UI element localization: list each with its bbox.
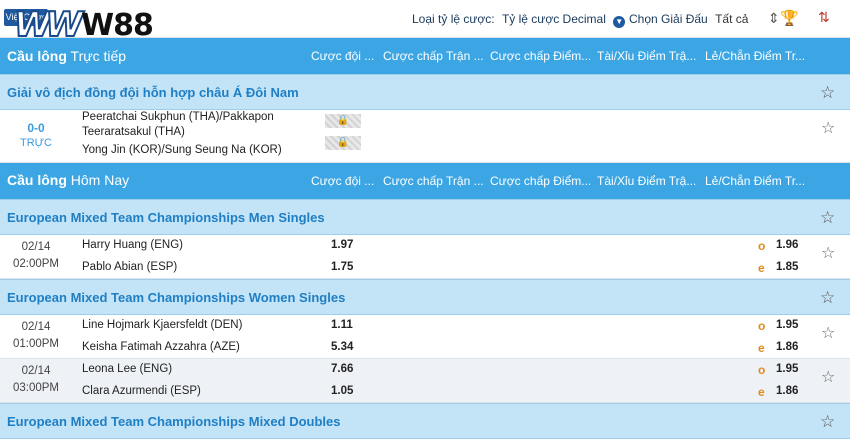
col-header-match-handicap[interactable]: Cược chấp Trận ... — [383, 49, 483, 63]
team2-odds[interactable]: 1.75 — [331, 261, 353, 273]
odd-label: o — [758, 363, 766, 377]
star-icon[interactable]: ☆ — [821, 367, 835, 387]
odds-type-value: Tỷ lệ cược Decimal — [501, 12, 606, 26]
star-icon[interactable]: ☆ — [820, 288, 835, 308]
trophy-icon[interactable]: 🏆 — [780, 9, 799, 27]
star-icon[interactable]: ☆ — [821, 323, 835, 343]
col-header-odd-even[interactable]: Lẻ/Chẵn Điểm Tr... — [705, 49, 805, 63]
even-value[interactable]: 1.86 — [776, 385, 798, 397]
match-score: 0-0 — [27, 121, 45, 135]
team2-name: Yong Jin (KOR)/Sung Seung Na (KOR) — [82, 144, 282, 156]
match-date: 02/14 — [21, 365, 51, 377]
odd-value[interactable]: 1.96 — [776, 239, 798, 251]
league-row[interactable]: European Mixed Team Championships Mixed … — [0, 403, 850, 439]
col-header-match-handicap[interactable]: Cược chấp Trận ... — [383, 174, 483, 188]
odds-sort-icon[interactable]: ⇅ — [818, 9, 830, 26]
today-section-title: Cầu lông Hôm Nay — [7, 172, 130, 188]
team1-name: Leona Lee (ENG) — [82, 363, 173, 375]
league-selector-value: Tất cả — [715, 12, 749, 26]
live-section-title: Cầu lông Trực tiếp — [7, 48, 127, 64]
top-bar: Việt Cược W W W88 Loại tỷ lệ cược: Tỷ lệ… — [0, 0, 850, 46]
chevron-down-icon[interactable]: ▼ — [613, 16, 626, 28]
odd-label: o — [758, 319, 766, 333]
team2-name: Clara Azurmendi (ESP) — [82, 385, 201, 397]
even-value[interactable]: 1.85 — [776, 261, 798, 273]
col-header-over-under[interactable]: Tài/Xỉu Điểm Trậ... — [597, 174, 697, 188]
live-status: TRỰC — [19, 137, 52, 149]
match-row: 02/14 01:00PM Line Hojmark Kjaersfeldt (… — [0, 315, 850, 359]
col-header-moneyline[interactable]: Cược đội ... — [311, 49, 377, 63]
col-header-odd-even[interactable]: Lẻ/Chẵn Điểm Tr... — [705, 174, 805, 188]
w88-logo[interactable]: W W W88 — [13, 4, 154, 46]
even-label: e — [758, 261, 765, 275]
odd-value[interactable]: 1.95 — [776, 363, 798, 375]
today-section-header: Cầu lông Hôm Nay Cược đội ... Cược chấp … — [0, 163, 850, 199]
league-selector-label: Chọn Giải Đấu — [629, 12, 708, 26]
team2-odds[interactable]: 5.34 — [331, 341, 353, 353]
live-match-row: 0-0 TRỰC Peeratchai Sukphun (THA)/Pakkap… — [0, 110, 850, 163]
league-name[interactable]: European Mixed Team Championships Men Si… — [7, 210, 325, 225]
even-label: e — [758, 341, 765, 355]
odds-type-label: Loại tỷ lệ cược: — [412, 12, 495, 26]
odds-type-selector[interactable]: Loại tỷ lệ cược: Tỷ lệ cược Decimal ▼ — [412, 12, 626, 28]
odd-value[interactable]: 1.95 — [776, 319, 798, 331]
team2-name: Pablo Abian (ESP) — [82, 261, 178, 273]
live-section-header: Cầu lông Trực tiếp Cược đội ... Cược chấ… — [0, 38, 850, 74]
col-header-moneyline[interactable]: Cược đội ... — [311, 174, 377, 188]
even-label: e — [758, 385, 765, 399]
star-icon[interactable]: ☆ — [820, 208, 835, 228]
star-icon[interactable]: ☆ — [820, 412, 835, 432]
match-time: 01:00PM — [12, 338, 60, 350]
team1-name-cont: Teeraratsakul (THA) — [82, 126, 185, 138]
team1-odds[interactable]: 7.66 — [331, 363, 353, 375]
odd-label: o — [758, 239, 766, 253]
match-date: 02/14 — [21, 321, 51, 333]
team1-odds[interactable]: 1.97 — [331, 239, 353, 251]
team1-name: Harry Huang (ENG) — [82, 239, 183, 251]
league-name[interactable]: European Mixed Team Championships Mixed … — [7, 414, 340, 429]
match-time: 02:00PM — [12, 258, 60, 270]
star-icon[interactable]: ☆ — [821, 118, 835, 138]
league-row[interactable]: European Mixed Team Championships Women … — [0, 279, 850, 315]
star-icon[interactable]: ☆ — [820, 83, 835, 103]
league-row[interactable]: European Mixed Team Championships Men Si… — [0, 199, 850, 235]
match-date: 02/14 — [21, 241, 51, 253]
league-name[interactable]: European Mixed Team Championships Women … — [7, 290, 345, 305]
col-header-over-under[interactable]: Tài/Xỉu Điểm Trậ... — [597, 49, 697, 63]
team1-name: Line Hojmark Kjaersfeldt (DEN) — [82, 319, 243, 331]
sort-icon[interactable]: ⇕ — [768, 10, 780, 27]
match-row: 02/14 02:00PM Harry Huang (ENG) Pablo Ab… — [0, 235, 850, 279]
team1-odds[interactable]: 1.11 — [331, 319, 353, 331]
league-row[interactable]: Giải vô địch đồng đội hỗn hợp châu Á Đôi… — [0, 74, 850, 110]
star-icon[interactable]: ☆ — [821, 243, 835, 263]
team2-odds[interactable]: 1.05 — [331, 385, 353, 397]
league-selector[interactable]: Chọn Giải Đấu Tất cả — [629, 12, 748, 26]
col-header-point-handicap[interactable]: Cược chấp Điểm... — [490, 174, 590, 188]
col-header-point-handicap[interactable]: Cược chấp Điểm... — [490, 49, 590, 63]
league-name[interactable]: Giải vô địch đồng đội hỗn hợp châu Á Đôi… — [7, 85, 299, 100]
lock-icon: 🔒 — [325, 114, 361, 128]
match-time: 03:00PM — [12, 382, 60, 394]
lock-icon: 🔒 — [325, 136, 361, 150]
team1-name: Peeratchai Sukphun (THA)/Pakkapon — [82, 111, 274, 123]
team2-name: Keisha Fatimah Azzahra (AZE) — [82, 341, 240, 353]
match-row: 02/14 03:00PM Leona Lee (ENG) Clara Azur… — [0, 359, 850, 403]
even-value[interactable]: 1.86 — [776, 341, 798, 353]
